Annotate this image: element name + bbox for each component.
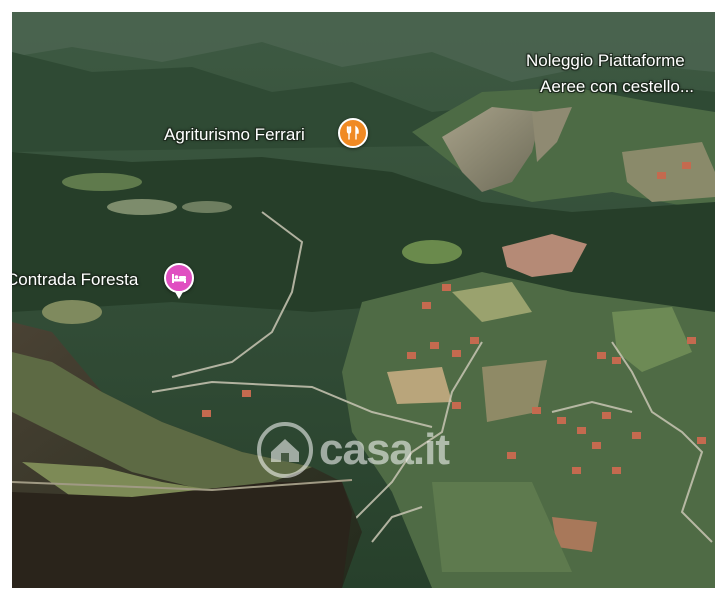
fork-knife-icon bbox=[346, 125, 359, 140]
poi-label-noleggio-line2[interactable]: Aeree con cestello... bbox=[540, 76, 694, 97]
satellite-terrain bbox=[12, 12, 715, 588]
restaurant-pin[interactable] bbox=[338, 118, 368, 148]
house-logo-icon bbox=[257, 422, 313, 478]
satellite-map[interactable]: Agriturismo Ferrari Contrada Foresta Nol… bbox=[12, 12, 715, 588]
casa-it-watermark: casa.it bbox=[257, 422, 450, 478]
bed-icon bbox=[172, 274, 186, 283]
watermark-text: casa.it bbox=[319, 425, 450, 474]
poi-label-noleggio-line1[interactable]: Noleggio Piattaforme bbox=[526, 50, 685, 71]
hotel-pin[interactable] bbox=[164, 263, 194, 299]
poi-label-contrada-foresta[interactable]: Contrada Foresta bbox=[12, 269, 138, 290]
poi-label-agriturismo[interactable]: Agriturismo Ferrari bbox=[164, 124, 305, 145]
